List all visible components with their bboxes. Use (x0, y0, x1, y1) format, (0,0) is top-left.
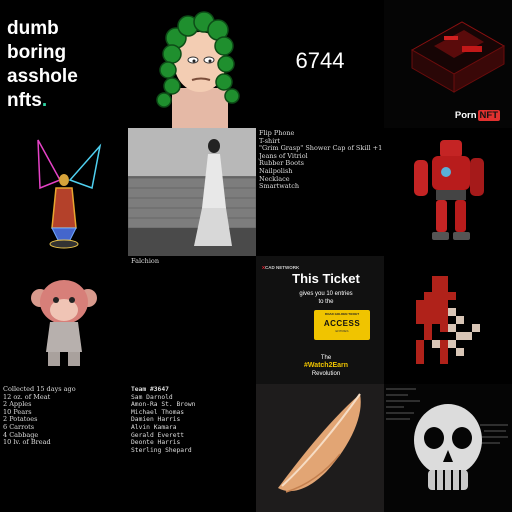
team-player: Sam Darnold (131, 393, 173, 401)
network-name: CAD NETWORK (265, 265, 300, 270)
tile-weapon[interactable]: Falchion (128, 256, 256, 384)
team-list: Team #3647 Sam Darnold Amon-Ra St. Brown… (131, 386, 195, 454)
tile-team[interactable]: Team #3647 Sam Darnold Amon-Ra St. Brown… (128, 384, 256, 512)
loot-item: 10 lv. of Bread (3, 438, 51, 447)
pixel-figure-image (384, 256, 512, 384)
ticket-title: This Ticket (292, 271, 360, 286)
weapon-name: Falchion (131, 257, 160, 265)
tile-neon-statue[interactable] (0, 128, 128, 256)
nft-badge: NFT (477, 110, 500, 121)
ticket-line-2: to the (318, 299, 334, 305)
ticket-foot-2: #Watch2Earn (303, 362, 349, 369)
brand-dot: . (41, 90, 48, 111)
card-top: ROAD GOLDEN TICKET (324, 312, 360, 316)
ticket-foot-1: The (320, 355, 332, 361)
red-robot-image (384, 128, 512, 256)
tile-loot[interactable]: Collected 15 days ago 12 oz. of Meat 2 A… (0, 384, 128, 512)
brand-line-4-text: nfts (7, 90, 42, 111)
neon-statue-image (0, 128, 128, 256)
tile-bw-photo[interactable] (128, 128, 256, 256)
team-player: Deonte Harris (131, 439, 181, 447)
team-player: Michael Thomas (131, 408, 185, 416)
tile-pixel-figure[interactable] (384, 256, 512, 384)
team-player: Alvin Kamara (131, 423, 177, 431)
brand-title: dumb boring asshole nfts. (7, 17, 78, 113)
brand-line-2: boring (7, 42, 67, 63)
tile-brand[interactable]: dumb boring asshole nfts. (0, 0, 128, 128)
ticket-line-1: gives you 10 entries (299, 291, 353, 297)
feather-image (256, 384, 384, 512)
team-player: Sterling Shepard (131, 446, 192, 454)
inventory-list: Flip Phone T-shirt "Grim Grasp" Shower C… (259, 129, 382, 191)
monkey-figure-image (0, 256, 128, 384)
card-main: ACCESS (323, 319, 361, 328)
tile-porn-nft[interactable]: Porn NFT (384, 0, 512, 128)
golden-ticket-card: ROAD GOLDEN TICKET ACCESS ENTRIES (314, 310, 370, 340)
tile-inventory[interactable]: Flip Phone T-shirt "Grim Grasp" Shower C… (256, 128, 384, 256)
card-bottom: ENTRIES (335, 329, 349, 333)
brand-line-4: nfts. (7, 89, 78, 113)
skull-code-image (384, 384, 512, 512)
porn-nft-logo: Porn NFT (455, 110, 500, 121)
ticket-subtitle: gives you 10 entries to the (256, 290, 384, 306)
tile-skull[interactable] (384, 384, 512, 512)
ticket-network: XCAD NETWORK (262, 265, 299, 270)
isometric-room-image (384, 0, 512, 128)
medusa-ape-image (128, 0, 256, 128)
tile-red-robot[interactable] (384, 128, 512, 256)
bw-photo-image (128, 128, 256, 256)
brand-line-1: dumb (7, 18, 59, 39)
nft-grid: dumb boring asshole nfts. 6744 Porn NFT … (0, 0, 512, 512)
tile-feather[interactable] (256, 384, 384, 512)
tile-monkey[interactable] (0, 256, 128, 384)
team-player: Amon-Ra St. Brown (131, 401, 196, 409)
porn-word: Porn (454, 110, 477, 121)
brand-line-3: asshole (7, 66, 78, 87)
tile-medusa-ape[interactable] (128, 0, 256, 128)
token-number: 6744 (295, 48, 345, 73)
tile-ticket[interactable]: XCAD NETWORK This Ticket gives you 10 en… (256, 256, 384, 384)
inventory-item: Smartwatch (259, 182, 300, 191)
team-player: Damien Harris (131, 416, 181, 424)
team-player: Gerald Everett (131, 431, 185, 439)
ticket-footer: The #Watch2Earn Revolution (256, 354, 384, 378)
ticket-foot-3: Revolution (311, 371, 341, 377)
team-header: Team #3647 (131, 386, 169, 393)
tile-number[interactable]: 6744 (256, 0, 384, 128)
loot-list: Collected 15 days ago 12 oz. of Meat 2 A… (3, 385, 76, 447)
